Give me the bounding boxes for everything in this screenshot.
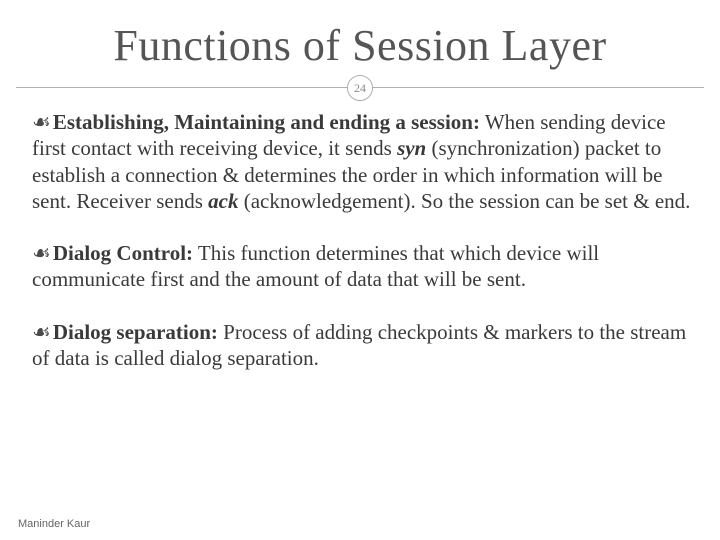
bullet-text: (acknowledgement). So the session can be… [238,189,690,213]
bullet-heading: Dialog separation: [53,320,218,344]
bullet-item: ☙Dialog separation: Process of adding ch… [32,319,692,372]
emphasis-ack: ack [208,189,238,213]
bullet-icon: ☙ [32,241,51,265]
bullet-icon: ☙ [32,110,51,134]
bullet-heading: Dialog Control: [53,241,193,265]
bullet-item: ☙Establishing, Maintaining and ending a … [32,109,692,214]
slide: Functions of Session Layer 24 ☙Establish… [0,0,720,540]
bullet-item: ☙Dialog Control: This function determine… [32,240,692,293]
divider-row: 24 [0,73,720,103]
bullet-icon: ☙ [32,320,51,344]
bullet-heading: Establishing, Maintaining and ending a s… [53,110,480,134]
page-number-badge: 24 [347,75,373,101]
content-area: ☙Establishing, Maintaining and ending a … [0,103,720,371]
slide-title: Functions of Session Layer [0,0,720,71]
author-label: Maninder Kaur [18,518,90,530]
emphasis-syn: syn [397,136,426,160]
